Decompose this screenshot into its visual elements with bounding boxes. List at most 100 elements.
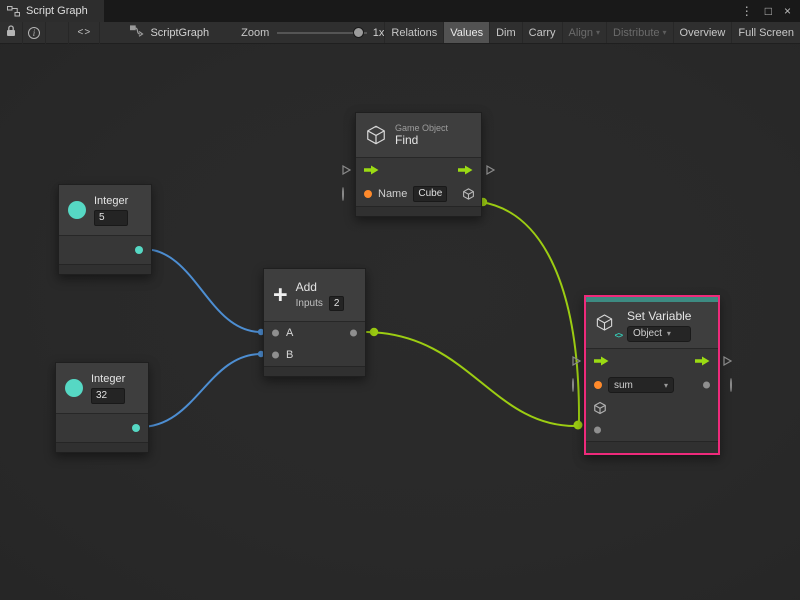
info-icon: i bbox=[28, 27, 40, 39]
window-maximize-icon[interactable]: □ bbox=[765, 5, 772, 17]
flow-row bbox=[356, 158, 481, 182]
name-input-port[interactable] bbox=[364, 190, 372, 198]
caret-down-icon: ▾ bbox=[663, 28, 667, 37]
integer-output-port[interactable] bbox=[132, 424, 140, 432]
flow-in-marker[interactable] bbox=[342, 165, 351, 175]
port-label-a: A bbox=[286, 327, 293, 339]
flow-out-port[interactable] bbox=[695, 356, 710, 366]
toolbar-buttons: Relations Values Dim Carry Align ▾ Distr… bbox=[384, 22, 800, 43]
fullscreen-button-label: Full Screen bbox=[738, 27, 794, 39]
carry-button[interactable]: Carry bbox=[522, 22, 562, 43]
port-label-b: B bbox=[286, 349, 293, 361]
caret-down-icon: ▾ bbox=[596, 28, 600, 37]
relations-button[interactable]: Relations bbox=[384, 22, 443, 43]
object-input-port[interactable] bbox=[593, 401, 607, 415]
flow-out-port[interactable] bbox=[458, 165, 473, 175]
node-header: + Add Inputs 2 bbox=[264, 269, 365, 321]
integer-node-2[interactable]: Integer 32 bbox=[55, 362, 149, 453]
script-graph-icon bbox=[130, 25, 144, 40]
flow-in-port[interactable] bbox=[364, 165, 379, 175]
variable-output-port[interactable] bbox=[703, 382, 710, 389]
gameobject-output-port[interactable] bbox=[462, 188, 475, 201]
flow-out-marker[interactable] bbox=[486, 165, 495, 175]
zoom-value: 1x bbox=[373, 27, 385, 39]
wire-endpoint-dot bbox=[574, 421, 583, 430]
wire-integer32-to-add-b[interactable] bbox=[140, 354, 261, 427]
align-button-label: Align bbox=[569, 27, 593, 39]
output-row bbox=[59, 236, 151, 264]
flow-row bbox=[586, 349, 718, 373]
integer-literal-icon bbox=[65, 379, 83, 397]
integer-value-field[interactable]: 32 bbox=[91, 388, 125, 404]
zoom-slider-knob[interactable] bbox=[353, 27, 364, 38]
relations-button-label: Relations bbox=[391, 27, 437, 39]
edit-source-button[interactable]: <> bbox=[68, 22, 100, 44]
node-title: Find bbox=[395, 133, 418, 147]
inputs-count-field[interactable]: 2 bbox=[329, 296, 345, 311]
variable-name-dropdown[interactable]: sum ▾ bbox=[608, 377, 674, 393]
add-node[interactable]: + Add Inputs 2 A B bbox=[263, 268, 366, 377]
overview-button-label: Overview bbox=[680, 27, 726, 39]
variable-scope-value: Object bbox=[633, 328, 662, 339]
sum-output-port[interactable] bbox=[350, 330, 357, 337]
gameobject-cube-icon bbox=[365, 124, 387, 146]
name-value-field[interactable]: Cube bbox=[413, 186, 447, 202]
window-controls: ⋮ □ × bbox=[741, 0, 800, 22]
integer-literal-icon bbox=[68, 201, 86, 219]
lock-button[interactable] bbox=[0, 22, 23, 44]
find-node[interactable]: Game Object Find Name bbox=[355, 112, 482, 217]
node-title: Integer bbox=[91, 373, 125, 385]
variable-name-row: sum ▾ bbox=[586, 373, 718, 397]
flow-in-marker[interactable] bbox=[572, 356, 581, 366]
set-variable-icon: <> bbox=[595, 313, 619, 337]
distribute-button[interactable]: Distribute ▾ bbox=[606, 22, 672, 43]
variable-scope-dropdown[interactable]: Object ▾ bbox=[627, 326, 691, 342]
zoom-slider[interactable] bbox=[277, 22, 367, 44]
tab-title: Script Graph bbox=[26, 5, 88, 17]
graph-breadcrumb[interactable]: ScriptGraph bbox=[130, 25, 209, 40]
window-close-icon[interactable]: × bbox=[784, 5, 791, 17]
integer-value-field[interactable]: 5 bbox=[94, 210, 128, 226]
overview-button[interactable]: Overview bbox=[673, 22, 732, 43]
output-row bbox=[56, 414, 148, 442]
carry-button-label: Carry bbox=[529, 27, 556, 39]
wire-integer5-to-add-a[interactable] bbox=[143, 249, 261, 332]
wire-endpoint-dot bbox=[370, 328, 378, 336]
tab-script-graph[interactable]: Script Graph bbox=[0, 0, 104, 22]
titlebar: Script Graph ⋮ □ × bbox=[0, 0, 800, 22]
node-footer bbox=[59, 264, 151, 274]
graph-name-label: ScriptGraph bbox=[150, 27, 209, 39]
fullscreen-button[interactable]: Full Screen bbox=[731, 22, 800, 43]
add-icon: + bbox=[273, 283, 288, 308]
node-header: Integer 32 bbox=[56, 363, 148, 413]
flow-in-port[interactable] bbox=[594, 356, 609, 366]
node-title: Set Variable bbox=[627, 309, 691, 323]
port-row-b: B bbox=[264, 344, 365, 366]
flow-out-marker[interactable] bbox=[723, 356, 732, 366]
node-footer bbox=[264, 366, 365, 376]
node-footer bbox=[56, 442, 148, 452]
dim-button[interactable]: Dim bbox=[489, 22, 522, 43]
info-button[interactable]: i bbox=[23, 22, 47, 44]
set-variable-node[interactable]: <> Set Variable Object ▾ bbox=[584, 295, 720, 455]
name-row: Name Cube bbox=[356, 182, 481, 206]
node-footer bbox=[356, 206, 481, 216]
wire-find-to-setvariable[interactable] bbox=[481, 202, 579, 422]
align-button[interactable]: Align ▾ bbox=[562, 22, 606, 43]
integer-node-1[interactable]: Integer 5 bbox=[58, 184, 152, 275]
object-target-row bbox=[586, 397, 718, 419]
value-input-port[interactable] bbox=[594, 427, 601, 434]
integer-output-port[interactable] bbox=[135, 246, 143, 254]
wire-add-to-setvariable[interactable] bbox=[367, 332, 578, 426]
node-header: <> Set Variable Object ▾ bbox=[586, 302, 718, 348]
name-label: Name bbox=[378, 188, 407, 200]
variable-name-port[interactable] bbox=[594, 381, 602, 389]
code-icon: <> bbox=[78, 27, 92, 38]
values-button[interactable]: Values bbox=[443, 22, 489, 43]
input-port-b[interactable] bbox=[272, 352, 279, 359]
input-port-a[interactable] bbox=[272, 330, 279, 337]
window-menu-icon[interactable]: ⋮ bbox=[741, 5, 753, 17]
variable-name-value: sum bbox=[614, 380, 633, 391]
graph-canvas[interactable]: Integer 5 Integer 32 + bbox=[0, 44, 800, 600]
zoom-label: Zoom bbox=[241, 27, 269, 39]
